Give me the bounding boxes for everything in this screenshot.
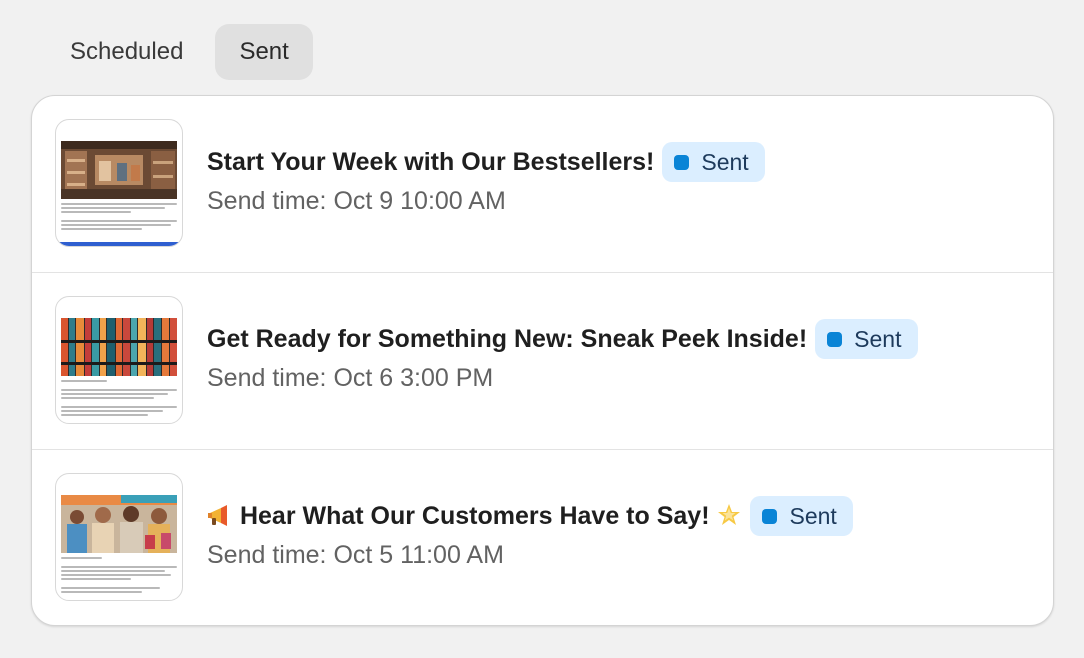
- megaphone-icon: [207, 504, 233, 530]
- status-badge: Sent: [750, 496, 853, 536]
- status-badge: Sent: [662, 142, 765, 182]
- send-time: Send time: Oct 6 3:00 PM: [207, 364, 494, 392]
- campaign-title-line: Start Your Week with Our Bestsellers! Se…: [207, 142, 765, 182]
- thumbnail-footer-bar: [56, 242, 182, 246]
- status-label: Sent: [854, 325, 902, 352]
- status-dot-icon: [674, 154, 690, 170]
- glowing-star-icon: [716, 502, 742, 530]
- status-badge: Sent: [815, 319, 918, 359]
- campaign-row[interactable]: Hear What Our Customers Have to Say! Sen…: [32, 450, 1053, 625]
- tab-scheduled[interactable]: Scheduled: [46, 24, 207, 80]
- campaign-title-line: Hear What Our Customers Have to Say! Sen…: [207, 496, 853, 536]
- colorful-books-image: [61, 318, 177, 376]
- campaign-title: Hear What Our Customers Have to Say!: [207, 502, 742, 531]
- status-label: Sent: [789, 502, 837, 529]
- send-time: Send time: Oct 9 10:00 AM: [207, 187, 506, 215]
- campaign-title: Get Ready for Something New: Sneak Peek …: [207, 324, 808, 353]
- campaign-row[interactable]: Get Ready for Something New: Sneak Peek …: [32, 273, 1053, 450]
- tab-bar: Scheduled Sent: [46, 24, 313, 80]
- happy-customers-image: [61, 495, 177, 553]
- campaign-title-line: Get Ready for Something New: Sneak Peek …: [207, 319, 918, 359]
- email-thumbnail: [55, 296, 183, 424]
- email-thumbnail: [55, 119, 183, 247]
- status-label: Sent: [701, 148, 749, 175]
- email-thumbnail: [55, 473, 183, 601]
- store-shelves-image: [61, 141, 177, 199]
- tab-sent[interactable]: Sent: [215, 24, 313, 80]
- status-dot-icon: [762, 508, 778, 524]
- campaign-title: Start Your Week with Our Bestsellers!: [207, 147, 655, 176]
- campaign-title-text: Hear What Our Customers Have to Say!: [239, 501, 710, 530]
- send-time: Send time: Oct 5 11:00 AM: [207, 541, 504, 569]
- status-dot-icon: [827, 331, 843, 347]
- campaign-list: Start Your Week with Our Bestsellers! Se…: [31, 95, 1054, 626]
- campaign-row[interactable]: Start Your Week with Our Bestsellers! Se…: [32, 96, 1053, 273]
